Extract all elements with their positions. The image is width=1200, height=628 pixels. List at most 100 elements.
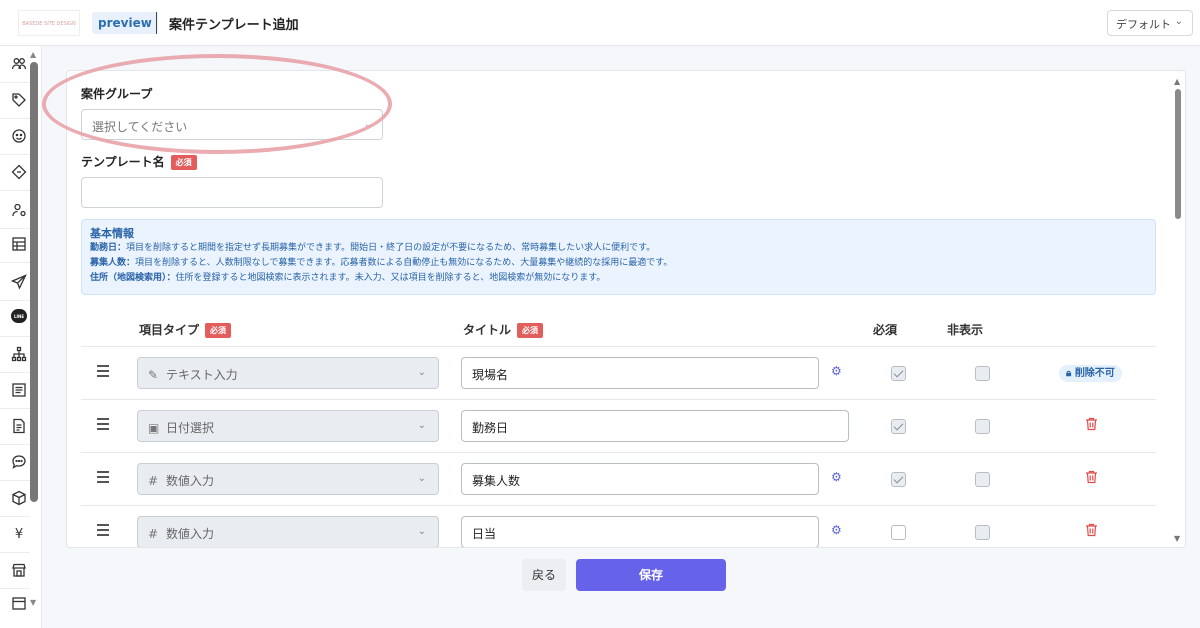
sidebar-divider <box>0 516 30 517</box>
required-checkbox[interactable] <box>891 472 906 487</box>
required-checkbox[interactable] <box>891 366 906 381</box>
page-title: 案件テンプレート追加 <box>169 18 299 33</box>
required-checkbox[interactable] <box>891 419 906 434</box>
yen-icon[interactable]: ¥ <box>9 524 29 544</box>
article-icon[interactable] <box>9 380 29 400</box>
hidden-checkbox[interactable] <box>975 366 990 381</box>
store-icon[interactable] <box>9 560 29 580</box>
user-settings-icon[interactable] <box>9 200 29 220</box>
sidebar-scrollbar[interactable] <box>30 62 38 502</box>
trash-icon[interactable] <box>1085 523 1098 540</box>
layout-select-value: デフォルト <box>1116 18 1171 31</box>
info-line-workday: 勤務日：項目を削除すると期間を指定せず長期募集ができます。開始日・終了日の設定が… <box>90 241 1147 256</box>
tags-icon[interactable] <box>9 90 29 110</box>
table-row: # 数値入力 ⌄ 募集人数 ⚙ <box>81 452 1156 505</box>
drag-handle-icon[interactable] <box>97 418 109 433</box>
chevron-down-icon: ⌄ <box>1174 16 1183 27</box>
sidebar-divider <box>0 300 30 301</box>
group-label: 案件グループ <box>81 87 153 101</box>
save-button[interactable]: 保存 <box>576 559 726 591</box>
type-select-value: 日付選択 <box>166 421 215 435</box>
column-header-hidden: 非表示 <box>947 323 984 337</box>
hash-icon: # <box>148 527 159 541</box>
info-line-text: 項目を削除すると期間を指定せず長期募集ができます。開始日・終了日の設定が不要にな… <box>126 243 656 253</box>
drag-handle-icon[interactable] <box>97 365 109 380</box>
drag-handle-icon[interactable] <box>97 524 109 539</box>
sidebar-divider <box>0 372 30 373</box>
sidebar-divider <box>0 408 30 409</box>
scroll-down-icon[interactable]: ▼ <box>1174 534 1180 543</box>
title-input[interactable]: 募集人数 <box>461 463 819 495</box>
template-name-input[interactable] <box>81 177 383 208</box>
type-select[interactable]: # 数値入力 ⌄ <box>137 463 439 495</box>
pencil-icon: ✎ <box>148 368 159 382</box>
undeletable-badge: 🔒︎ 削除不可 <box>1059 365 1122 382</box>
column-header-type: 項目タイプ 必須 <box>139 321 232 338</box>
chevron-down-icon: ⌄ <box>417 420 426 431</box>
ticket-icon[interactable] <box>9 162 29 182</box>
info-line-text: 項目を削除すると、人数制限なしで募集できます。応募者数による自動停止も無効になる… <box>135 258 673 268</box>
sidebar: ▲ ▼ LINE ¥ <box>0 46 42 628</box>
header-divider <box>156 12 157 34</box>
required-badge: 必須 <box>205 323 232 338</box>
gear-icon[interactable]: ⚙ <box>831 470 842 484</box>
hidden-checkbox[interactable] <box>975 472 990 487</box>
chevron-down-icon: ⌄ <box>417 367 426 378</box>
box-icon[interactable] <box>9 488 29 508</box>
gear-icon[interactable]: ⚙ <box>831 364 842 378</box>
type-select[interactable]: ▣ 日付選択 ⌄ <box>137 410 439 442</box>
title-input[interactable]: 現場名 <box>461 357 819 389</box>
gear-icon[interactable]: ⚙ <box>831 523 842 537</box>
info-line-address: 住所（地図検索用）：住所を登録すると地図検索に表示されます。未入力、又は項目を削… <box>90 271 1147 286</box>
template-name-label: テンプレート名 必須 <box>81 153 197 170</box>
app-logo[interactable]: BASEDE SITE DESIGN <box>18 10 80 36</box>
send-icon[interactable] <box>9 272 29 292</box>
title-input[interactable]: 勤務日 <box>461 410 849 442</box>
scroll-up-icon[interactable]: ▲ <box>1174 77 1180 86</box>
info-line-headcount: 募集人数：項目を削除すると、人数制限なしで募集できます。応募者数による自動停止も… <box>90 256 1147 271</box>
sidebar-divider <box>0 190 30 191</box>
sidebar-divider <box>0 480 30 481</box>
type-select-value: テキスト入力 <box>166 368 238 382</box>
sidebar-scroll-up-icon[interactable]: ▲ <box>30 50 36 59</box>
list-icon[interactable] <box>9 234 29 254</box>
required-checkbox[interactable] <box>891 525 906 540</box>
sidebar-divider <box>0 82 30 83</box>
sidebar-divider <box>0 262 30 263</box>
users-icon[interactable] <box>9 54 29 74</box>
type-select-value: 数値入力 <box>166 527 215 541</box>
line-icon-label: LINE <box>11 309 27 323</box>
hidden-checkbox[interactable] <box>975 419 990 434</box>
card-scrollbar[interactable]: ▲ ▼ <box>1173 77 1183 543</box>
type-select[interactable]: ✎ テキスト入力 ⌄ <box>137 357 439 389</box>
back-button[interactable]: 戻る <box>522 559 566 591</box>
sidebar-divider <box>0 588 30 589</box>
type-select[interactable]: # 数値入力 ⌄ <box>137 516 439 547</box>
table-row: # 数値入力 ⌄ 日当 ⚙ <box>81 505 1156 547</box>
sidebar-divider <box>0 444 30 445</box>
info-line-key: 勤務日： <box>90 243 127 253</box>
hierarchy-icon[interactable] <box>9 344 29 364</box>
type-select-value: 数値入力 <box>166 474 215 488</box>
sidebar-divider <box>0 228 30 229</box>
document-icon[interactable] <box>9 416 29 436</box>
chat-icon[interactable] <box>9 452 29 472</box>
calendar-icon: ▣ <box>148 421 160 435</box>
info-title: 基本情報 <box>90 227 134 240</box>
template-name-label-text: テンプレート名 <box>81 155 165 169</box>
layout-select[interactable]: デフォルト ⌄ <box>1107 10 1193 36</box>
hidden-checkbox[interactable] <box>975 525 990 540</box>
scrollbar-thumb[interactable] <box>1175 89 1181 219</box>
smile-icon[interactable] <box>9 126 29 146</box>
sidebar-scroll-down-icon[interactable]: ▼ <box>30 598 36 607</box>
template-form-card: ▲ ▼ 案件グループ 選択してください ⌄ テンプレート名 必須 基本情報 勤務日… <box>66 70 1186 548</box>
group-select[interactable]: 選択してください ⌄ <box>81 109 383 140</box>
line-icon[interactable]: LINE <box>9 306 29 326</box>
chevron-down-icon: ⌄ <box>417 473 426 484</box>
trash-icon[interactable] <box>1085 470 1098 487</box>
chevron-down-icon: ⌄ <box>417 526 426 537</box>
drag-handle-icon[interactable] <box>97 471 109 486</box>
calendar-icon[interactable] <box>9 596 29 610</box>
title-input[interactable]: 日当 <box>461 516 819 547</box>
trash-icon[interactable] <box>1085 417 1098 434</box>
